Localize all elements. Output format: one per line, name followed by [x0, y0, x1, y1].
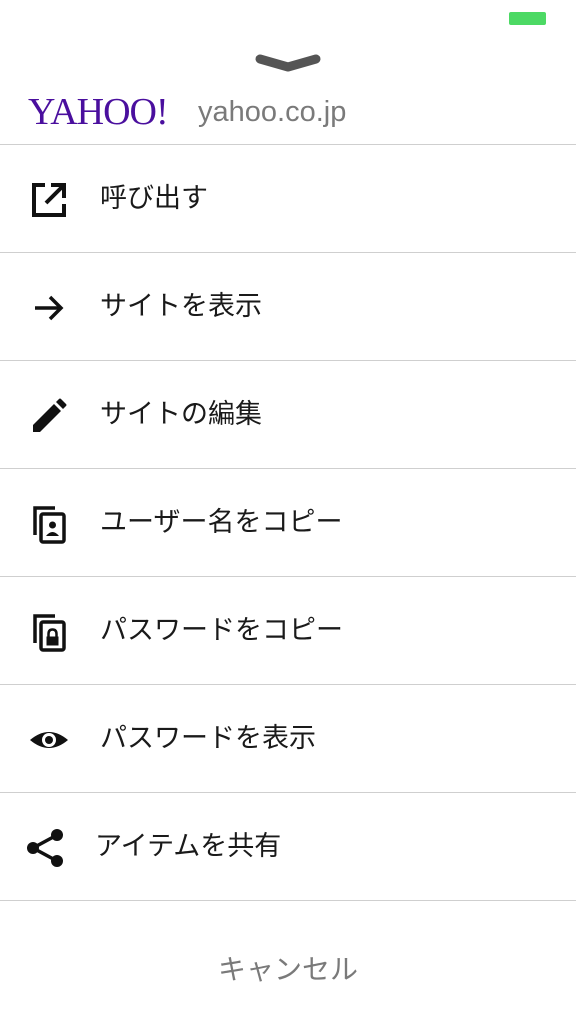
menu-item-label: サイトの編集	[100, 399, 262, 430]
sheet-grabber-chevron-icon[interactable]	[254, 52, 322, 74]
menu-item-share[interactable]: アイテムを共有	[0, 793, 576, 901]
arrow-right-icon	[29, 288, 69, 328]
site-domain: yahoo.co.jp	[198, 96, 347, 128]
battery-icon	[509, 12, 546, 25]
eye-icon	[29, 720, 69, 760]
menu-item-label: サイトを表示	[100, 291, 262, 322]
menu-item-edit-site[interactable]: サイトの編集	[0, 361, 576, 469]
menu-item-show-password[interactable]: パスワードを表示	[0, 685, 576, 793]
menu-item-launch[interactable]: 呼び出す	[0, 145, 576, 253]
copy-username-icon	[29, 504, 69, 544]
menu-item-copy-password[interactable]: パスワードをコピー	[0, 577, 576, 685]
menu-item-label: 呼び出す	[100, 183, 208, 214]
menu-item-view-site[interactable]: サイトを表示	[0, 253, 576, 361]
share-icon	[25, 828, 65, 868]
open-in-new-icon	[29, 180, 69, 220]
menu-item-copy-username[interactable]: ユーザー名をコピー	[0, 469, 576, 577]
menu-item-label: パスワードをコピー	[100, 615, 343, 646]
copy-password-icon	[29, 612, 69, 652]
sheet-header: YAHOO! yahoo.co.jp	[0, 82, 576, 144]
action-menu: 呼び出す サイトを表示 サイトの編集 ユーザー名をコピー パスワードをコピー パ…	[0, 144, 576, 901]
pencil-icon	[29, 396, 69, 436]
site-logo: YAHOO!	[28, 91, 169, 133]
menu-item-label: アイテムを共有	[95, 831, 282, 862]
menu-item-label: パスワードを表示	[100, 723, 316, 754]
status-bar	[0, 0, 576, 36]
cancel-button[interactable]: キャンセル	[0, 920, 576, 1020]
menu-item-label: ユーザー名をコピー	[100, 507, 343, 538]
